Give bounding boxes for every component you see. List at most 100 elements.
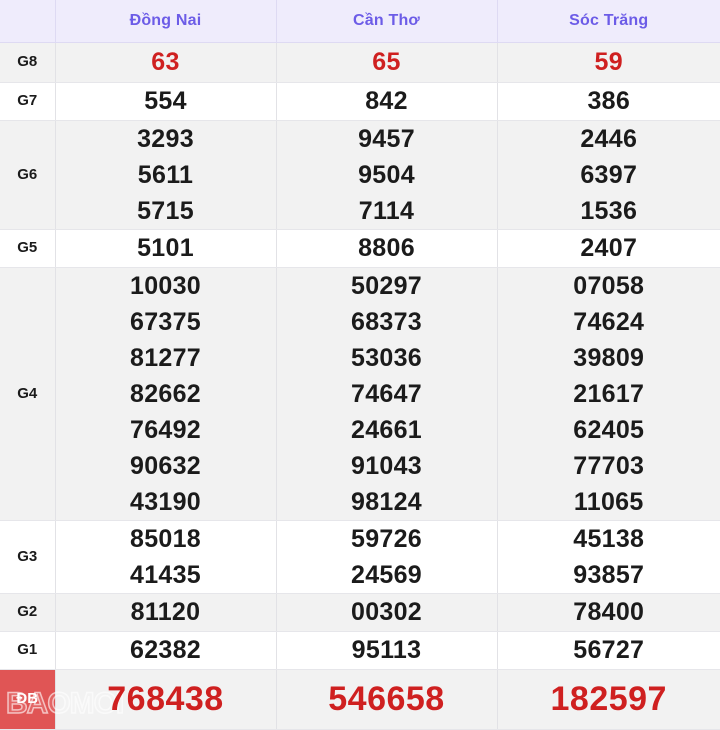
prize-number: 50297 bbox=[350, 271, 423, 300]
prize-number: 1536 bbox=[580, 196, 638, 225]
prize-number: 53036 bbox=[350, 343, 423, 372]
prize-number: 2446 bbox=[580, 124, 638, 153]
prize-label: G3 bbox=[17, 547, 38, 565]
prize-value-cell: 5101 bbox=[55, 229, 277, 268]
prize-number-group: 10030 67375 81277 82662 76492 90632 4319… bbox=[56, 268, 276, 520]
prize-label: G6 bbox=[17, 165, 38, 183]
prize-number: 81120 bbox=[130, 598, 201, 627]
prize-number: 59 bbox=[594, 48, 623, 76]
prize-number-group: 07058 74624 39809 21617 62405 77703 1106… bbox=[498, 268, 720, 520]
prize-value-cell: 07058 74624 39809 21617 62405 77703 1106… bbox=[497, 267, 720, 521]
prize-label-cell: G4 bbox=[0, 267, 56, 521]
table-row: G2 81120 00302 78400 bbox=[0, 593, 720, 632]
prize-value-cell: 59726 24569 bbox=[276, 520, 498, 594]
prize-number: 21617 bbox=[573, 379, 645, 408]
special-prize-label: ĐB bbox=[16, 690, 39, 708]
special-prize-row: ĐB BAOMOI 768438 546658 182597 bbox=[0, 669, 720, 730]
prize-number: 95113 bbox=[351, 636, 422, 665]
prize-number: 8806 bbox=[358, 234, 415, 263]
table-header-row: Đồng Nai Cần Thơ Sóc Trăng bbox=[0, 0, 720, 43]
prize-number: 98124 bbox=[350, 487, 423, 516]
prize-label: G5 bbox=[17, 239, 38, 257]
table-row: G4 10030 67375 81277 82662 76492 90632 4… bbox=[0, 267, 720, 521]
prize-value-cell: 554 bbox=[55, 82, 277, 121]
prize-number: 90632 bbox=[129, 451, 202, 480]
prize-number: 67375 bbox=[129, 307, 202, 336]
table-row: G7 554 842 386 bbox=[0, 82, 720, 121]
prize-label: G8 bbox=[17, 53, 38, 70]
prize-value-cell: 56727 bbox=[497, 631, 720, 670]
prize-value-cell: 386 bbox=[497, 82, 720, 121]
prize-number-group: 85018 41435 bbox=[56, 521, 276, 593]
prize-number: 74624 bbox=[573, 307, 645, 336]
prize-number: 56727 bbox=[573, 636, 645, 665]
header-label-blank bbox=[0, 0, 56, 43]
prize-number: 10030 bbox=[129, 271, 202, 300]
prize-number: 62382 bbox=[129, 636, 202, 665]
prize-number: 78400 bbox=[573, 598, 645, 627]
prize-number: 842 bbox=[365, 87, 408, 116]
prize-label-cell: G6 bbox=[0, 120, 56, 230]
prize-label: G7 bbox=[17, 92, 38, 110]
table-row: G3 85018 41435 59726 24569 45138 93857 bbox=[0, 520, 720, 594]
prize-number-group: 3293 5611 5715 bbox=[56, 121, 276, 229]
special-prize-number: 182597 bbox=[550, 679, 667, 718]
prize-label: G2 bbox=[17, 603, 38, 621]
prize-number: 82662 bbox=[129, 379, 202, 408]
prize-number: 554 bbox=[144, 87, 187, 116]
prize-label-cell: G3 bbox=[0, 520, 56, 594]
prize-value-cell: 2407 bbox=[497, 229, 720, 268]
prize-number: 59726 bbox=[350, 524, 423, 553]
prize-value-cell: 85018 41435 bbox=[55, 520, 277, 594]
table-row: G6 3293 5611 5715 9457 9504 7114 2446 63… bbox=[0, 120, 720, 230]
prize-value-cell: 63 bbox=[55, 42, 277, 83]
prize-value-cell: 59 bbox=[497, 42, 720, 83]
prize-value-cell: 50297 68373 53036 74647 24661 91043 9812… bbox=[276, 267, 498, 521]
prize-number-group: 59726 24569 bbox=[277, 521, 497, 593]
header-province-dong-nai: Đồng Nai bbox=[55, 0, 277, 43]
prize-number: 9457 bbox=[358, 124, 415, 153]
header-province-soc-trang: Sóc Trăng bbox=[497, 0, 720, 43]
prize-number: 39809 bbox=[573, 343, 645, 372]
prize-number: 43190 bbox=[129, 487, 202, 516]
special-prize-label-cell: ĐB BAOMOI bbox=[0, 669, 125, 730]
prize-label-cell: G1 bbox=[0, 631, 56, 670]
prize-number: 11065 bbox=[573, 487, 644, 516]
prize-number: 5715 bbox=[137, 196, 194, 225]
prize-number: 7114 bbox=[358, 196, 415, 225]
prize-value-cell: 78400 bbox=[497, 593, 720, 632]
prize-number: 3293 bbox=[137, 124, 194, 153]
table-row: G5 5101 8806 2407 bbox=[0, 229, 720, 268]
prize-number-group: 50297 68373 53036 74647 24661 91043 9812… bbox=[277, 268, 497, 520]
prize-number: 24661 bbox=[350, 415, 423, 444]
lottery-results-table: Đồng Nai Cần Thơ Sóc Trăng G8 63 65 59 G… bbox=[0, 0, 720, 730]
prize-number: 6397 bbox=[580, 160, 638, 189]
prize-value-cell: 10030 67375 81277 82662 76492 90632 4319… bbox=[55, 267, 277, 521]
prize-number-group: 9457 9504 7114 bbox=[277, 121, 497, 229]
prize-number: 2407 bbox=[580, 234, 638, 263]
prize-number: 63 bbox=[151, 48, 180, 76]
prize-number: 45138 bbox=[573, 524, 645, 553]
prize-value-cell: 842 bbox=[276, 82, 498, 121]
table-row: G8 63 65 59 bbox=[0, 42, 720, 83]
header-province-can-tho: Cần Thơ bbox=[276, 0, 498, 43]
prize-number: 76492 bbox=[129, 415, 202, 444]
table-body: G8 63 65 59 G7 554 842 386 G6 3293 5611 … bbox=[0, 42, 720, 730]
prize-label-cell: G7 bbox=[0, 82, 56, 121]
prize-value-cell: 65 bbox=[276, 42, 498, 83]
prize-number: 65 bbox=[372, 48, 401, 76]
prize-number: 77703 bbox=[573, 451, 645, 480]
header-province-label: Cần Thơ bbox=[353, 11, 420, 29]
prize-number: 91043 bbox=[350, 451, 423, 480]
special-prize-value-cell: 768438 bbox=[55, 669, 277, 730]
prize-number: 9504 bbox=[358, 160, 415, 189]
prize-label-cell: G8 bbox=[0, 42, 56, 83]
prize-number: 07058 bbox=[573, 271, 645, 300]
prize-number: 62405 bbox=[573, 415, 645, 444]
prize-value-cell: 00302 bbox=[276, 593, 498, 632]
prize-number: 93857 bbox=[573, 560, 645, 589]
special-prize-number: 546658 bbox=[328, 679, 445, 718]
prize-value-cell: 81120 bbox=[55, 593, 277, 632]
prize-value-cell: 3293 5611 5715 bbox=[55, 120, 277, 230]
prize-label: G4 bbox=[17, 384, 38, 402]
